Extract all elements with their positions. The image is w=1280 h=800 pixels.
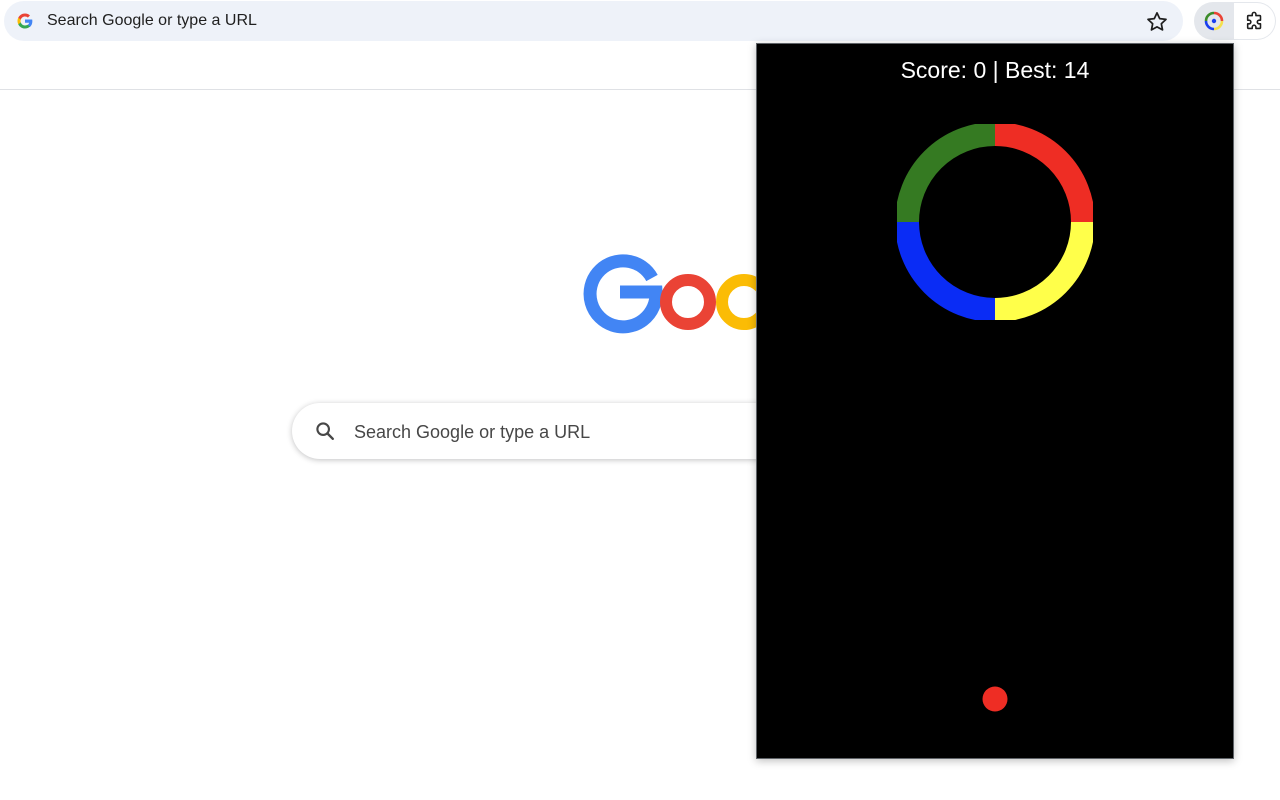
browser-window: Search Google or type a URL Search Googl…: [0, 0, 1280, 800]
color-ring-extension-icon: [1204, 11, 1224, 31]
search-placeholder[interactable]: Search Google or type a URL: [354, 421, 590, 443]
omnibox[interactable]: Search Google or type a URL: [4, 1, 1183, 41]
game-popup[interactable]: Score: 0 | Best: 14: [756, 43, 1234, 759]
star-icon[interactable]: [1144, 9, 1170, 35]
player-ball: [982, 686, 1008, 712]
search-icon: [316, 422, 334, 440]
score-label: Score: 0 | Best: 14: [900, 57, 1090, 83]
puzzle-icon: [1246, 11, 1262, 30]
ring-segment-green: [897, 124, 996, 223]
color-ring-extension-button[interactable]: [1194, 2, 1234, 40]
ring-segment-red: [994, 124, 1093, 223]
browser-toolbar: Search Google or type a URL: [0, 0, 1280, 44]
omnibox-text[interactable]: Search Google or type a URL: [47, 11, 257, 31]
ring-segment-yellow: [994, 221, 1093, 320]
google-g-icon: [17, 13, 33, 29]
extensions-menu-button[interactable]: [1234, 2, 1276, 40]
google-logo: [583, 254, 772, 334]
ring-segment-blue: [897, 221, 996, 320]
color-ring: [897, 124, 1093, 320]
